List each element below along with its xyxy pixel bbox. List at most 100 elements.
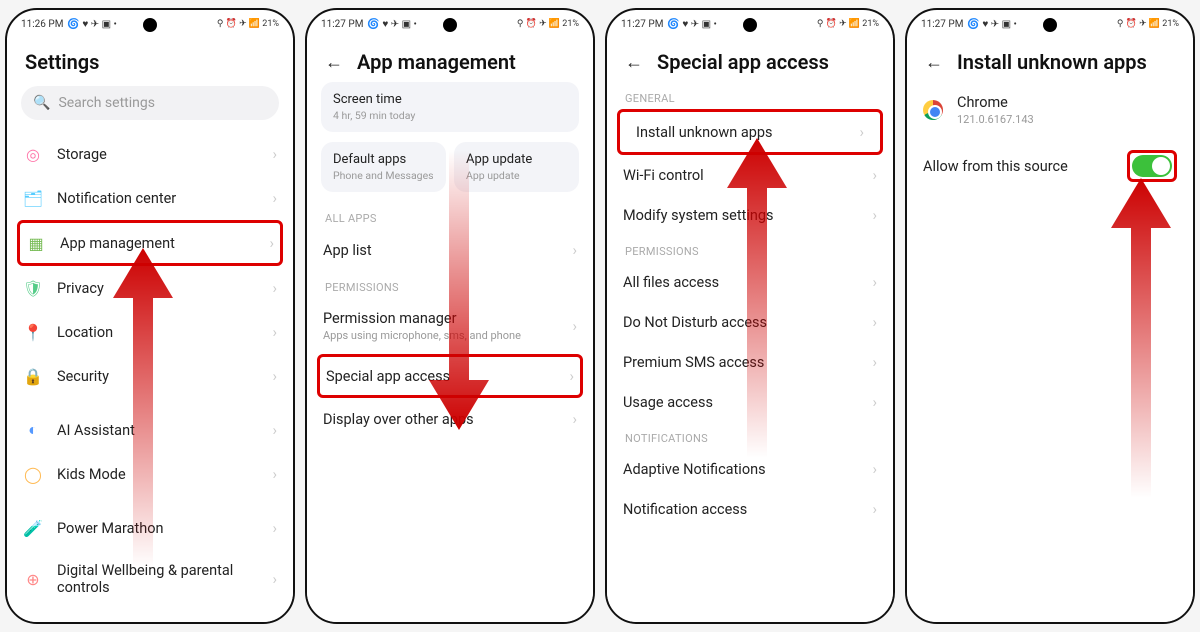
row-permission-manager[interactable]: Permission manager Apps using microphone… — [307, 298, 593, 354]
row-install-unknown[interactable]: Install unknown apps › — [617, 109, 883, 155]
camera-notch — [143, 18, 157, 32]
row-premium-sms[interactable]: Premium SMS access › — [607, 342, 893, 382]
security-icon: 🔒 — [23, 366, 43, 386]
card-default-apps[interactable]: Default apps Phone and Messages — [321, 142, 446, 192]
chevron-right-icon: › — [272, 279, 277, 297]
chevron-right-icon: › — [572, 410, 577, 428]
power-marathon-icon: 🧪 — [23, 518, 43, 538]
allow-toggle[interactable] — [1132, 155, 1172, 177]
row-adaptive-notif[interactable]: Adaptive Notifications › — [607, 449, 893, 489]
row-notification-center[interactable]: 🗂 Notification center › — [7, 176, 293, 220]
chevron-right-icon: › — [272, 519, 277, 537]
row-xos-lab[interactable]: ◇ XOS Lab › — [7, 608, 293, 622]
camera-notch — [443, 18, 457, 32]
chevron-right-icon: › — [272, 621, 277, 622]
chevron-right-icon: › — [569, 367, 574, 385]
chevron-right-icon: › — [272, 145, 277, 163]
row-label: AI Assistant — [57, 422, 258, 439]
chevron-right-icon: › — [872, 393, 877, 411]
row-label: Location — [57, 324, 258, 341]
row-modify-system[interactable]: Modify system settings › — [607, 195, 893, 235]
row-label: Wi-Fi control — [623, 167, 858, 184]
row-display-over[interactable]: Display over other apps› — [307, 398, 593, 440]
row-label: All files access — [623, 274, 858, 291]
chevron-right-icon: › — [272, 570, 277, 588]
digital-wellbeing-icon: ⊕ — [23, 569, 43, 589]
row-label: Privacy — [57, 280, 258, 297]
page-title: ← Install unknown apps — [907, 38, 1193, 82]
privacy-icon: 🛡 — [23, 278, 43, 298]
section-permissions: PERMISSIONS — [307, 271, 593, 298]
kids-mode-icon: ◯ — [23, 464, 43, 484]
storage-icon: ◎ — [23, 144, 43, 164]
row-kids-mode[interactable]: ◯ Kids Mode › — [7, 452, 293, 496]
chevron-right-icon: › — [272, 189, 277, 207]
row-notif-access[interactable]: Notification access › — [607, 489, 893, 529]
card-screen-time[interactable]: Screen time 4 hr, 59 min today — [321, 82, 579, 132]
search-icon: 🔍 — [33, 95, 50, 111]
section-permissions: PERMISSIONS — [607, 235, 893, 262]
notification-center-icon: 🗂 — [23, 188, 43, 208]
chevron-right-icon: › — [872, 313, 877, 331]
row-label: Install unknown apps — [636, 124, 845, 141]
row-label: Digital Wellbeing & parental controls — [57, 562, 258, 596]
row-label: App management — [60, 235, 255, 252]
row-special-app-access[interactable]: Special app access› — [317, 354, 583, 398]
row-digital-wellbeing[interactable]: ⊕ Digital Wellbeing & parental controls … — [7, 550, 293, 608]
row-app-list[interactable]: App list› — [307, 229, 593, 271]
row-label: Modify system settings — [623, 207, 858, 224]
row-location[interactable]: 📍 Location › — [7, 310, 293, 354]
row-chrome-app[interactable]: Chrome 121.0.6167.143 — [907, 82, 1193, 138]
phone-special-access: 11:27 PM🌀 ♥ ✈ ▣ • ⚲ ⏰ ✈ 📶 21% ← Special … — [605, 8, 895, 624]
row-label: Power Marathon — [57, 520, 258, 537]
chrome-icon — [923, 100, 943, 120]
row-power-marathon[interactable]: 🧪 Power Marathon › — [7, 506, 293, 550]
page-title: ← Special app access — [607, 38, 893, 82]
chevron-right-icon: › — [859, 123, 864, 141]
chevron-right-icon: › — [572, 317, 577, 335]
row-dnd[interactable]: Do Not Disturb access › — [607, 302, 893, 342]
row-wifi-control[interactable]: Wi-Fi control › — [607, 155, 893, 195]
page-title: ← App management — [307, 38, 593, 82]
camera-notch — [743, 18, 757, 32]
row-all-files[interactable]: All files access › — [607, 262, 893, 302]
phone-settings: 11:26 PM🌀 ♥ ✈ ▣ • ⚲ ⏰ ✈ 📶 21% Settings 🔍… — [5, 8, 295, 624]
row-label: Adaptive Notifications — [623, 461, 858, 478]
chevron-right-icon: › — [872, 353, 877, 371]
back-icon[interactable]: ← — [925, 52, 943, 73]
chevron-right-icon: › — [872, 500, 877, 518]
card-app-update[interactable]: App update App update — [454, 142, 579, 192]
section-all-apps: ALL APPS — [307, 202, 593, 229]
chevron-right-icon: › — [272, 367, 277, 385]
chevron-right-icon: › — [572, 241, 577, 259]
row-label: Security — [57, 368, 258, 385]
chevron-right-icon: › — [872, 206, 877, 224]
page-title: Settings — [7, 38, 293, 82]
row-storage[interactable]: ◎ Storage › — [7, 132, 293, 176]
back-icon[interactable]: ← — [325, 52, 343, 73]
chevron-right-icon: › — [272, 421, 277, 439]
search-input[interactable]: 🔍 Search settings — [21, 86, 279, 120]
camera-notch — [1043, 18, 1057, 32]
section-notifications: NOTIFICATIONS — [607, 422, 893, 449]
chevron-right-icon: › — [269, 234, 274, 252]
highlight-box — [1127, 150, 1177, 182]
row-privacy[interactable]: 🛡 Privacy › — [7, 266, 293, 310]
location-icon: 📍 — [23, 322, 43, 342]
row-label: Notification access — [623, 501, 858, 518]
row-app-management[interactable]: ▦ App management › — [17, 220, 283, 266]
chevron-right-icon: › — [872, 460, 877, 478]
row-allow-source[interactable]: Allow from this source — [907, 138, 1193, 194]
row-label: Usage access — [623, 394, 858, 411]
back-icon[interactable]: ← — [625, 52, 643, 73]
section-general: GENERAL — [607, 82, 893, 109]
phone-app-management: 11:27 PM🌀 ♥ ✈ ▣ • ⚲ ⏰ ✈ 📶 21% ← App mana… — [305, 8, 595, 624]
row-ai-assistant[interactable]: ◐ AI Assistant › — [7, 408, 293, 452]
row-usage[interactable]: Usage access › — [607, 382, 893, 422]
chevron-right-icon: › — [872, 273, 877, 291]
row-label: XOS Lab — [57, 622, 258, 623]
row-security[interactable]: 🔒 Security › — [7, 354, 293, 398]
xos-lab-icon: ◇ — [23, 620, 43, 622]
chevron-right-icon: › — [272, 323, 277, 341]
chevron-right-icon: › — [872, 166, 877, 184]
